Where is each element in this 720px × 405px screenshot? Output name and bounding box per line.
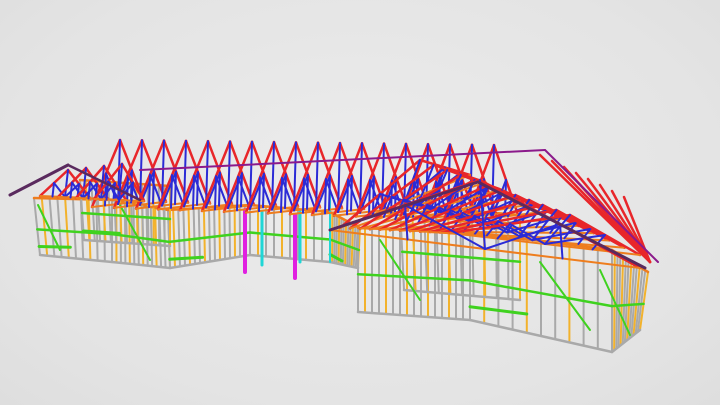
wall-stud (202, 206, 206, 264)
truss-web (368, 179, 371, 217)
window-sill (168, 255, 204, 261)
wall-brace (539, 261, 591, 331)
wall-stud (218, 205, 221, 261)
wall-stud (157, 184, 161, 247)
wall-stud (223, 205, 226, 261)
wall-stud (64, 197, 70, 259)
truss-web (559, 223, 564, 260)
truss-web (249, 172, 265, 210)
wall-stud (213, 206, 216, 262)
wall-stud (128, 202, 131, 265)
truss-web (372, 175, 375, 213)
window-sill (37, 244, 72, 249)
truss-web (227, 172, 243, 209)
truss-web (306, 173, 309, 210)
truss-web (192, 174, 195, 210)
wall-stud (197, 207, 201, 265)
truss-web (236, 175, 239, 212)
wall-stud (149, 205, 154, 268)
wall-stud (346, 220, 350, 267)
truss-web (280, 176, 283, 213)
wall-stud (471, 210, 475, 297)
wall-stud (208, 206, 211, 263)
wall-stud (337, 215, 341, 265)
truss-web (328, 174, 331, 211)
wall-stud (615, 252, 619, 350)
model-viewport[interactable] (0, 0, 720, 405)
truss-web (337, 175, 353, 213)
wall-stud (154, 206, 158, 268)
steel-frame-house-model (8, 138, 659, 354)
wall-stud (352, 224, 357, 269)
truss-web (214, 175, 217, 211)
wall-stud (187, 207, 191, 266)
truss-web (170, 174, 173, 209)
wall-stud (228, 205, 231, 260)
wall-stud (132, 202, 136, 266)
wall-stud (350, 223, 355, 268)
truss-web (148, 173, 151, 209)
truss-web (293, 173, 309, 212)
truss-web (359, 175, 375, 214)
wall-stud (192, 207, 196, 265)
truss-web (346, 178, 349, 216)
truss-web (324, 178, 327, 215)
truss-web (284, 173, 287, 210)
wall-stud (72, 198, 77, 260)
truss-web (350, 175, 353, 212)
truss-web (104, 172, 107, 207)
truss-web (258, 176, 261, 213)
truss-web (271, 173, 287, 211)
truss-web (183, 171, 199, 208)
truss-web (302, 177, 305, 214)
wall-stud (344, 219, 348, 267)
truss-web (315, 174, 331, 213)
truss-web (205, 171, 221, 209)
wall-brace (37, 204, 61, 251)
wall-stud (146, 183, 150, 246)
